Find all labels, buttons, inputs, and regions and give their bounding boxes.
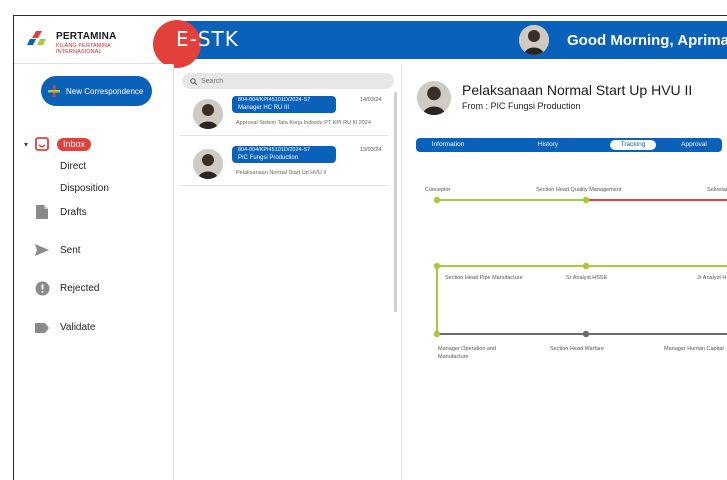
send-icon [34,242,50,258]
alert-icon [34,280,50,296]
tracking-step-node [582,196,590,204]
tracking-step-label: Conceptor [425,187,451,193]
tracking-step-label: Jr Analyst HSSE [697,275,727,281]
recipient-name: PIC Fungsi Production [238,155,299,161]
logo-title: PERTAMINA [56,31,117,42]
correspondence-number-chip: 804-004/KPI45101D/2024-S7 Manager HC RU … [232,96,336,113]
draft-file-icon [34,204,50,220]
sidebar-item-label: Inbox [57,138,92,151]
logo-subtitle: INTERNASIONAL [56,49,102,55]
list-scrollbar[interactable] [394,92,397,312]
sender-avatar [193,149,223,179]
app-window: PERTAMINA KILANG PERTAMINA INTERNASIONAL… [13,15,727,480]
tracking-step-label: Manager Operation and Manufacture [438,346,497,360]
list-item[interactable]: 804-004/KPI45101D/2024-S7 Manager HC RU … [180,94,388,136]
tracking-step-label: Manager Human Capital [664,346,724,352]
sidebar-item-label: Sent [60,244,81,256]
mail-subject: Approval Sistem Tata Kerja Individu PT K… [236,120,371,126]
new-correspondence-label: New Correspondence [66,86,144,96]
user-photo-icon [193,149,223,179]
mail-date: 14/03/24 [360,97,382,103]
sidebar-item-label: Disposition [60,182,109,194]
plus-icon [48,85,60,97]
sidebar-item-label: Validate [60,321,96,333]
tracking-step-node [582,330,590,338]
sidebar: New Correspondence ▾ Inbox Direct Dispos… [14,64,174,480]
tracking-step-label: Sr Analyst HSSE [566,275,608,281]
search-input[interactable] [201,77,381,85]
label-tag-icon [34,320,50,336]
correspondence-list: 804-004/KPI45101D/2024-S7 Manager HC RU … [180,72,397,480]
pertamina-logo-icon [27,31,46,45]
correspondence-number: 804-004/KPI45101D/2024-S7 [238,97,311,103]
tracking-flow [433,196,727,338]
tracking-step-node [433,330,441,338]
tracking-step-label: Sekretaris [707,187,727,193]
chevron-down-icon[interactable]: ▾ [24,140,28,149]
mail-subject: Pelaksanaan Normal Start Up HVU II [236,170,327,176]
list-item[interactable]: 804-004/KPI45101D/2024-S7 PIC Fungsi Pro… [180,144,388,186]
tracking-step-node [433,262,441,270]
top-header: PERTAMINA KILANG PERTAMINA INTERNASIONAL… [14,16,727,68]
tracking-step-node [582,262,590,270]
greeting-text: Good Morning, Aprimal [567,32,727,49]
correspondence-number: 804-004/KPI45101D/2024-S7 [238,147,311,153]
app-title: E-STK [176,27,239,51]
correspondence-detail: Pelaksanaan Normal Start Up HVU II From … [402,64,727,480]
tracking-step-label: Section Head Quality Management [536,187,622,193]
search-icon [190,77,197,85]
sidebar-item-label: Direct [60,160,87,172]
correspondence-number-chip: 804-004/KPI45101D/2024-S7 PIC Fungsi Pro… [232,146,336,163]
tracking-step-label: Section Head Warfare [550,346,604,352]
user-avatar[interactable] [519,25,549,55]
sidebar-item-label: Drafts [60,206,87,218]
new-correspondence-button[interactable]: New Correspondence [41,76,152,106]
mail-date: 13/03/24 [360,147,382,153]
tracking-step-label: Section Head Pipe Manufacture [445,275,523,281]
recipient-name: Manager HC RU III [238,105,290,111]
company-logo: PERTAMINA KILANG PERTAMINA INTERNASIONAL [14,16,174,64]
user-photo-icon [519,25,549,55]
tracking-step-node [433,196,441,204]
user-photo-icon [193,99,223,129]
sender-avatar [193,99,223,129]
sidebar-item-label: Rejected [60,282,100,294]
inbox-icon [34,136,50,152]
search-bar[interactable] [182,73,394,89]
